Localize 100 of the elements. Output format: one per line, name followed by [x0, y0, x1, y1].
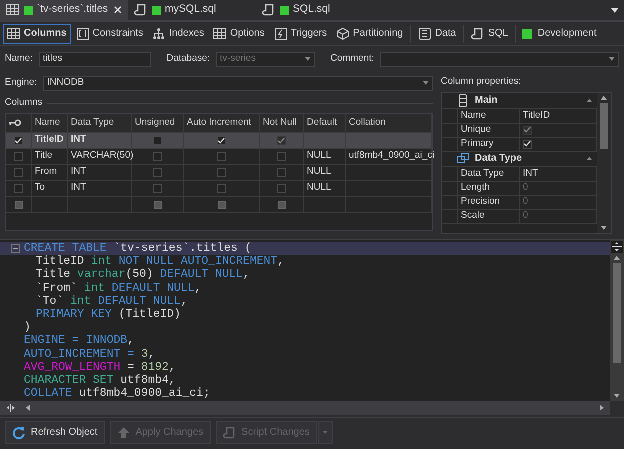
column-header[interactable]: Unsigned	[132, 114, 184, 133]
field-label: Engine:	[5, 76, 38, 90]
column-header[interactable]: Data Type	[68, 114, 132, 133]
column-header[interactable]: Default	[304, 114, 346, 133]
column-header[interactable]: Collation	[346, 114, 432, 133]
scroll-icon	[262, 3, 276, 17]
property-name: Scale	[458, 209, 520, 224]
stack-icon	[456, 94, 470, 108]
property-name: Length	[458, 181, 520, 196]
caret-icon[interactable]	[423, 81, 429, 85]
checkbox[interactable]	[14, 200, 22, 208]
toolbar-tab[interactable]: Triggers	[270, 24, 332, 44]
scroll-icon	[471, 26, 486, 40]
document-tab[interactable]: `tv-series`.titles	[0, 0, 128, 20]
field-label: Comment:	[330, 52, 374, 66]
scrollbar-thumb[interactable]	[600, 103, 608, 149]
checkbox[interactable]	[14, 136, 23, 145]
checkbox[interactable]	[14, 184, 23, 193]
checkbox[interactable]	[218, 200, 226, 208]
field-label: Database:	[166, 52, 210, 66]
scroll-left-icon[interactable]	[26, 405, 30, 411]
checkbox[interactable]	[277, 152, 286, 161]
fold-icon[interactable]	[11, 244, 20, 254]
horizontal-scrollbar[interactable]	[0, 401, 610, 415]
column-header[interactable]: Name	[32, 114, 68, 133]
column-header[interactable]: Auto Increment	[184, 114, 260, 133]
scroll-down-icon[interactable]	[601, 226, 607, 230]
checkbox[interactable]	[153, 168, 162, 177]
key-icon	[9, 119, 21, 127]
table-cell: TitleID	[32, 133, 68, 149]
hierarchy-icon	[152, 26, 166, 40]
toolbar-tab[interactable]: Options	[209, 24, 269, 44]
collapse-icon[interactable]	[587, 99, 592, 102]
tab-title: SQL.sql	[293, 2, 330, 18]
toolbar-tab[interactable]: Indexes	[148, 24, 208, 44]
scrollbar-thumb[interactable]	[613, 263, 621, 363]
document-tab[interactable]: SQL.sql	[256, 0, 384, 20]
scrollbar[interactable]	[610, 240, 624, 401]
document-tab[interactable]: mySQL.sql	[128, 0, 256, 20]
checkbox[interactable]	[154, 200, 162, 208]
table-cell: INT	[68, 165, 132, 181]
scrollbar[interactable]	[597, 93, 611, 233]
checkbox[interactable]	[277, 168, 286, 177]
panel-title: Column properties:	[441, 75, 522, 89]
dropdown-icon[interactable]	[611, 8, 619, 12]
checkbox[interactable]	[217, 152, 226, 161]
checkbox[interactable]	[14, 168, 23, 177]
toolbar-tab[interactable]: Partitioning	[332, 24, 408, 44]
toolbar-tab[interactable]: Columns	[3, 24, 71, 44]
input-field[interactable]: titles	[38, 52, 151, 66]
checkbox[interactable]	[14, 152, 23, 161]
checkbox[interactable]	[153, 136, 162, 145]
close-icon[interactable]	[114, 6, 122, 14]
split-icon[interactable]	[611, 241, 623, 253]
toolbar-tab[interactable]: Constraints	[72, 24, 148, 44]
code-editor[interactable]	[0, 240, 610, 401]
property-name: Primary	[458, 137, 520, 152]
scroll-right-icon[interactable]	[600, 405, 604, 411]
table-cell: utf8mb4_0900_ai_ci	[346, 149, 432, 165]
code-line: CHARACTER SET utf8mb4,	[23, 374, 177, 388]
brackets-icon	[76, 26, 90, 40]
table-cell: INT	[68, 181, 132, 197]
table-cell: NULL	[304, 149, 346, 165]
toolbar-tab[interactable]: Data	[414, 24, 460, 44]
code-line: AUTO_INCREMENT = 3,	[23, 348, 156, 361]
split-icon[interactable]	[6, 404, 16, 412]
scroll-up-icon[interactable]	[614, 256, 620, 260]
group-header[interactable]: Main	[442, 93, 597, 109]
group-header[interactable]: Data Type	[442, 151, 597, 167]
dropdown-field[interactable]: INNODB	[43, 76, 433, 90]
scroll-icon	[222, 426, 237, 440]
checkbox[interactable]	[278, 200, 286, 208]
table-cell: NULL	[304, 165, 346, 181]
code-line: Title varchar(50) DEFAULT NULL,	[35, 268, 251, 282]
checkbox[interactable]	[217, 168, 226, 177]
scroll-down-icon[interactable]	[614, 394, 620, 398]
lightning-icon	[274, 26, 288, 40]
property-value[interactable]: TitleID	[523, 109, 550, 124]
caret-icon[interactable]	[609, 57, 615, 61]
checkbox[interactable]	[523, 140, 532, 149]
scroll-up-icon[interactable]	[601, 96, 607, 100]
checkbox[interactable]	[153, 152, 162, 161]
section-title: Columns	[5, 96, 42, 110]
column-header[interactable]: Not Null	[260, 114, 304, 133]
code-line: TitleID int NOT NULL AUTO_INCREMENT,	[35, 255, 286, 268]
toolbar-tab[interactable]: SQL	[467, 24, 512, 44]
dropdown-field[interactable]	[380, 52, 619, 66]
cube-icon	[336, 26, 350, 40]
collapse-icon[interactable]	[587, 157, 592, 160]
action-button[interactable]: Refresh Object	[5, 421, 105, 444]
table-cell: Title	[32, 149, 68, 165]
checkbox[interactable]	[217, 184, 226, 193]
property-name: Unique	[458, 123, 520, 138]
checkbox[interactable]	[217, 136, 226, 145]
checkbox[interactable]	[277, 184, 286, 193]
squares-icon	[456, 152, 470, 166]
connection-name[interactable]: Development	[538, 26, 597, 41]
checkbox[interactable]	[153, 184, 162, 193]
code-line: ENGINE = INNODB,	[23, 334, 136, 348]
property-value[interactable]: INT	[523, 167, 538, 182]
